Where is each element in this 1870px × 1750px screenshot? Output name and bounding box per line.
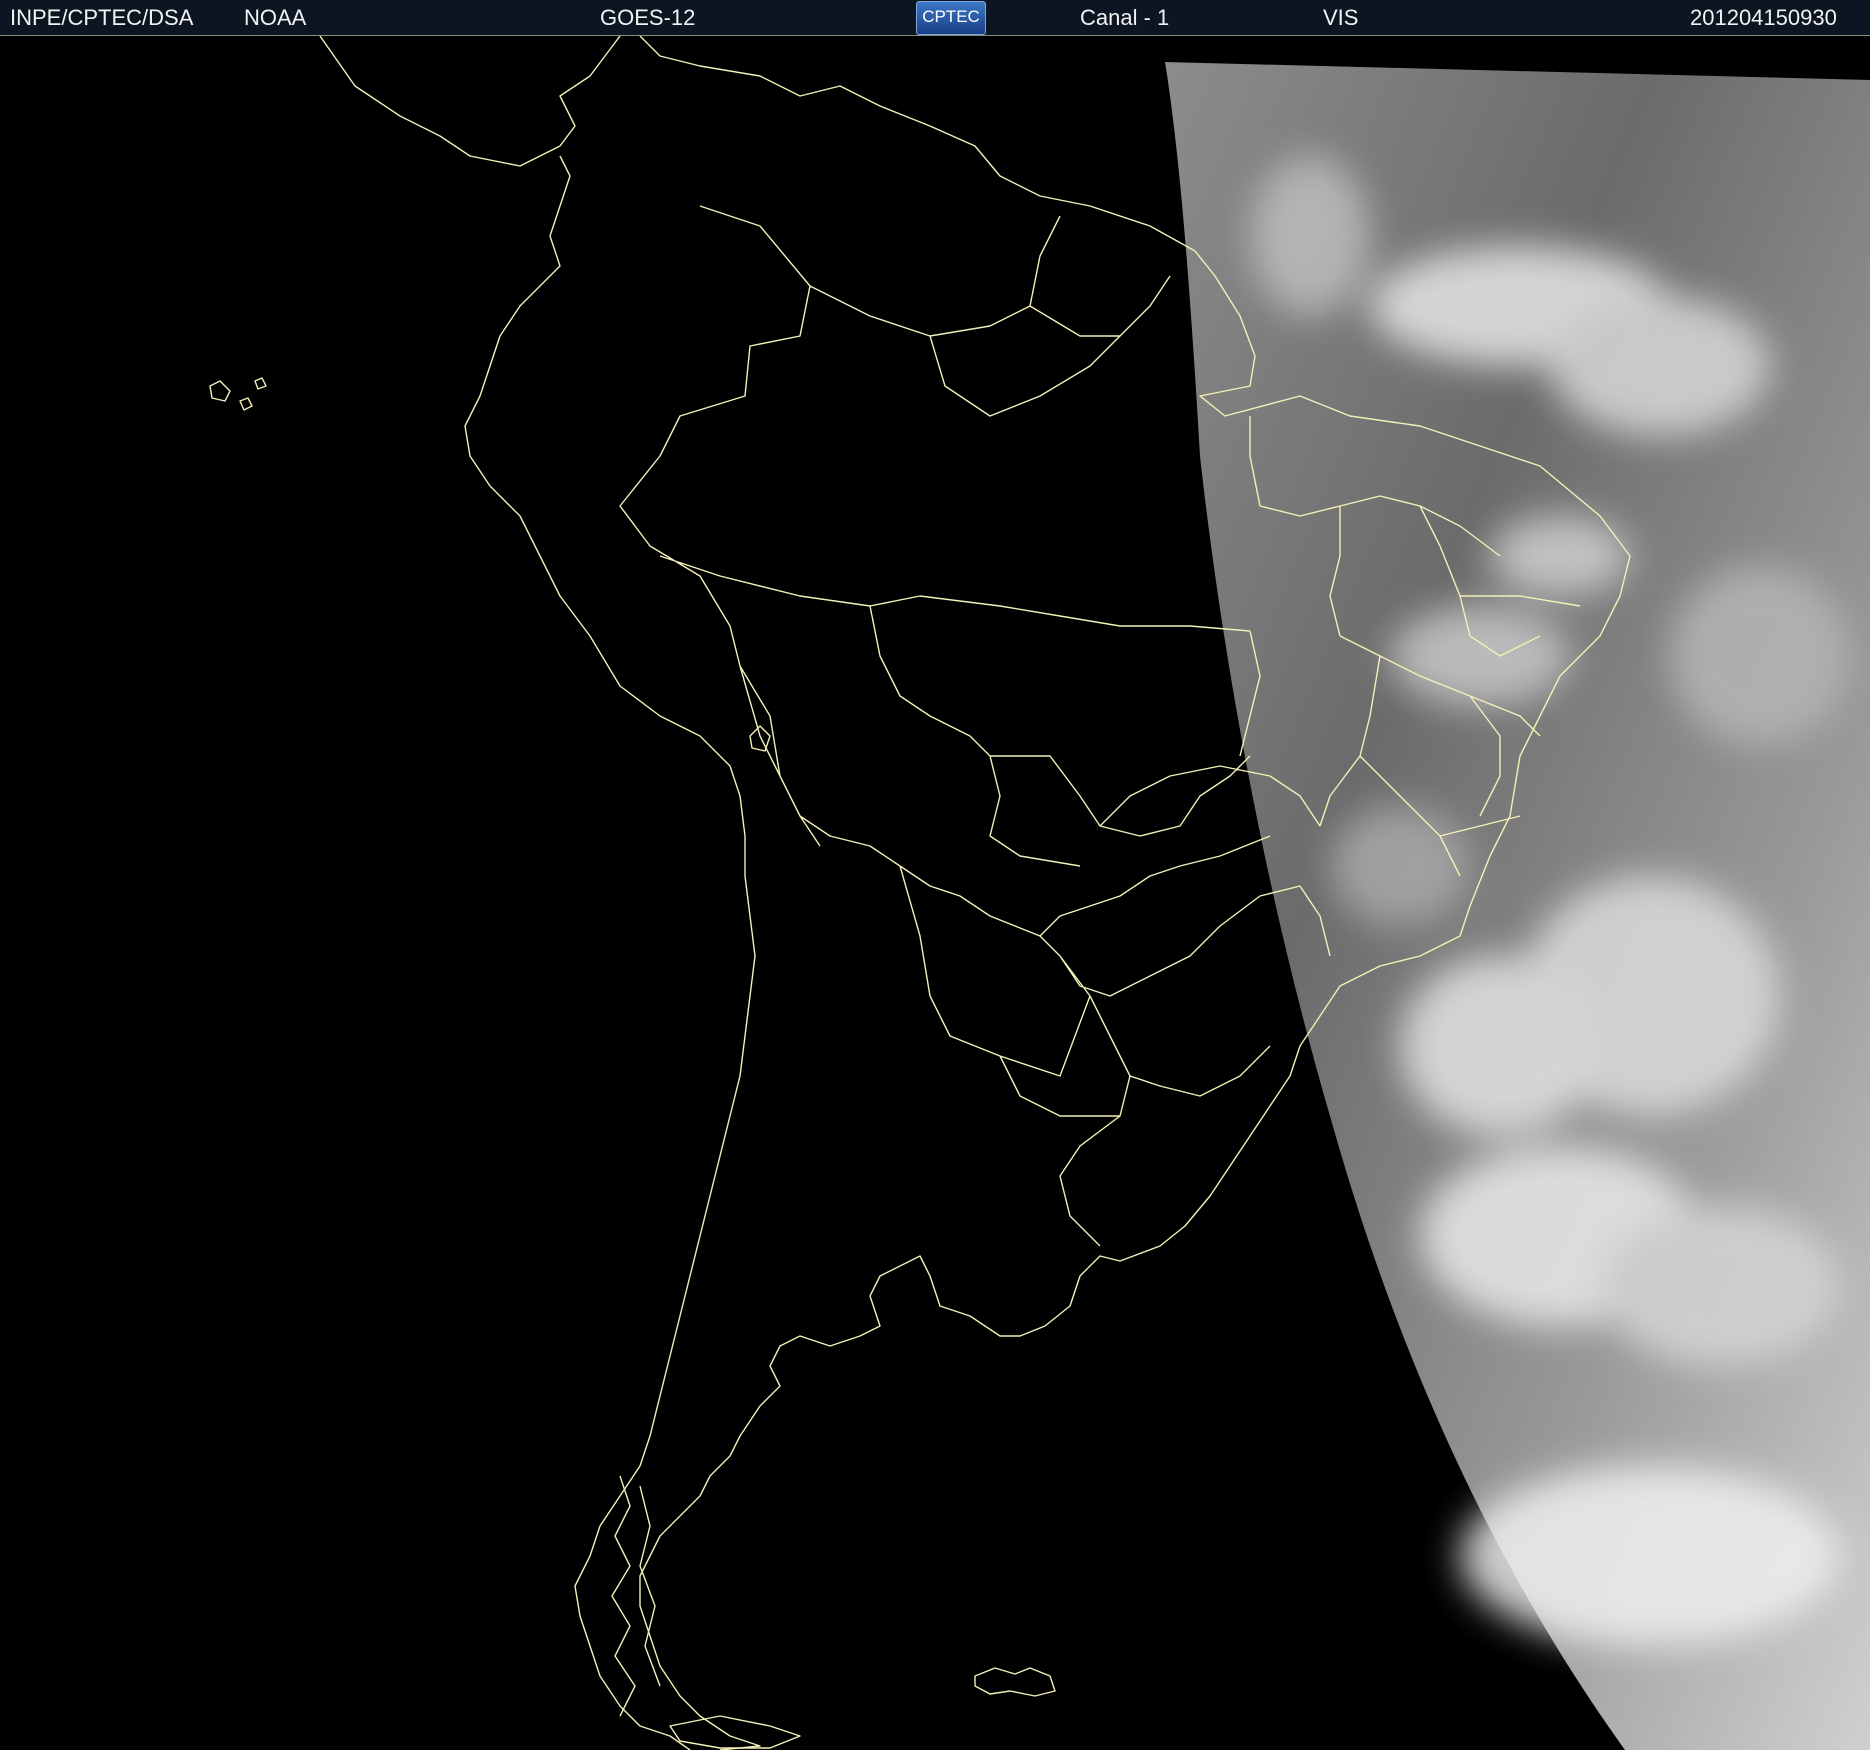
satellite-label: GOES-12 [600,5,696,30]
tierra-del-fuego [669,1715,801,1749]
map-svg [209,36,1870,1750]
image-header: INPE/CPTEC/DSA NOAA GOES-12 CPTEC Canal … [0,0,1870,37]
band-label: VIS [1323,5,1359,30]
institution-label: INPE/CPTEC/DSA [10,5,194,30]
galapagos-islands [209,377,267,411]
cptec-logo: CPTEC [916,1,986,35]
daylight-imagery [1165,62,1870,1750]
lake-titicaca [749,725,771,752]
falkland-islands [974,1667,1056,1697]
channel-label: Canal - 1 [1080,5,1170,30]
timestamp-label: 201204150930 [1690,5,1837,30]
southern-fjords [611,1475,661,1717]
agency-label: NOAA [244,5,307,30]
satellite-map [0,36,1870,1750]
